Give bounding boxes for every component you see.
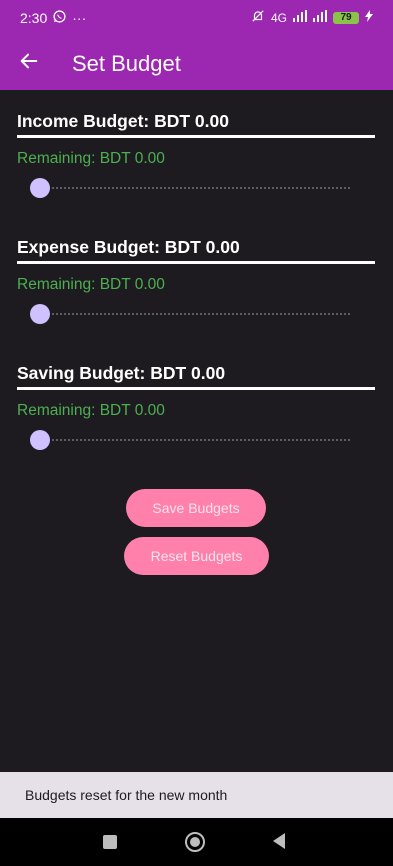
set-budget-screen: 2:30 ··· 4G 79 Set Budget Income Budget:… bbox=[0, 0, 393, 866]
back-button[interactable] bbox=[12, 46, 46, 80]
status-left: 2:30 ··· bbox=[20, 10, 86, 26]
status-time: 2:30 bbox=[20, 10, 48, 26]
system-nav-bar bbox=[0, 818, 393, 866]
income-budget-slider[interactable] bbox=[30, 177, 352, 199]
saving-budget-slider[interactable] bbox=[30, 429, 352, 451]
signal-icon bbox=[293, 10, 307, 25]
expense-budget-title: Expense Budget: BDT 0.00 bbox=[17, 237, 240, 257]
page-title: Set Budget bbox=[72, 51, 181, 76]
status-bar: 2:30 ··· 4G 79 bbox=[0, 0, 393, 36]
more-notifications-icon: ··· bbox=[72, 10, 87, 26]
income-remaining-label: Remaining: BDT 0.00 bbox=[17, 150, 165, 167]
saving-budget-title: Saving Budget: BDT 0.00 bbox=[17, 363, 226, 383]
reset-budgets-button[interactable]: Reset Budgets bbox=[124, 537, 269, 575]
divider bbox=[17, 261, 375, 264]
slider-track bbox=[40, 439, 352, 441]
slider-track bbox=[40, 313, 352, 315]
slider-thumb[interactable] bbox=[30, 304, 50, 324]
expense-remaining-label: Remaining: BDT 0.00 bbox=[17, 276, 165, 293]
battery-icon: 79 bbox=[333, 11, 359, 24]
signal-2-icon bbox=[313, 10, 327, 25]
arrow-left-icon bbox=[18, 50, 40, 77]
home-icon[interactable] bbox=[184, 831, 206, 853]
status-right: 4G 79 bbox=[251, 9, 373, 26]
slider-thumb[interactable] bbox=[30, 178, 50, 198]
income-budget-title: Income Budget: BDT 0.00 bbox=[17, 111, 229, 131]
save-budgets-button[interactable]: Save Budgets bbox=[126, 489, 266, 527]
app-bar: Set Budget bbox=[0, 36, 393, 90]
snackbar: Budgets reset for the new month bbox=[0, 772, 393, 818]
slider-thumb[interactable] bbox=[30, 430, 50, 450]
network-type-label: 4G bbox=[270, 10, 287, 25]
back-icon[interactable] bbox=[271, 832, 287, 850]
recents-icon[interactable] bbox=[103, 835, 117, 849]
slider-track bbox=[40, 187, 352, 189]
snackbar-message: Budgets reset for the new month bbox=[25, 787, 228, 803]
divider bbox=[17, 135, 375, 138]
charging-icon bbox=[365, 10, 373, 25]
mute-icon bbox=[251, 9, 265, 26]
divider bbox=[17, 387, 375, 390]
whatsapp-icon bbox=[53, 10, 66, 26]
expense-budget-slider[interactable] bbox=[30, 303, 352, 325]
saving-remaining-label: Remaining: BDT 0.00 bbox=[17, 402, 165, 419]
